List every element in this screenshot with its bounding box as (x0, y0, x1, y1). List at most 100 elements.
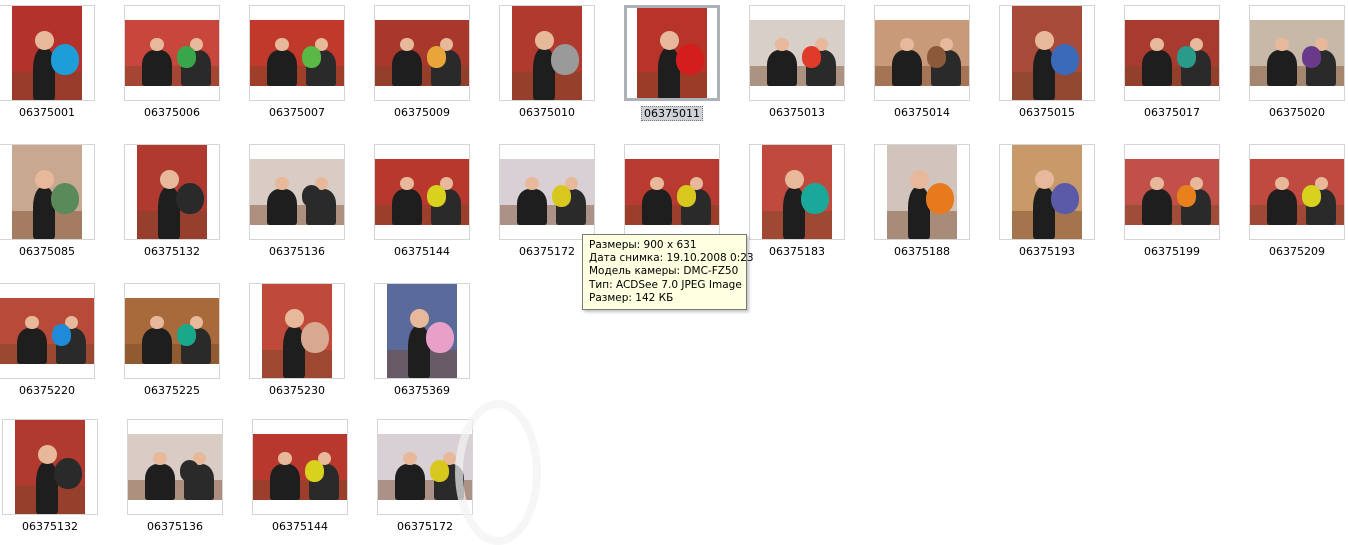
thumbnail-frame[interactable] (874, 144, 970, 240)
file-thumbnail-item[interactable]: 06375006 (117, 5, 227, 119)
thumbnail-frame[interactable] (749, 5, 845, 101)
thumbnail-frame[interactable] (874, 5, 970, 101)
file-name-label[interactable]: 06375007 (267, 106, 327, 119)
thumbnail-frame[interactable] (249, 144, 345, 240)
file-name-label[interactable]: 06375085 (17, 245, 77, 258)
file-thumbnail-item[interactable]: 06375369 (367, 283, 477, 397)
thumbnail-frame[interactable] (2, 419, 98, 515)
photo-preview-image (500, 159, 594, 225)
photo-preview-image (375, 159, 469, 225)
photo-preview-image (253, 434, 347, 500)
file-name-label[interactable]: 06375172 (395, 520, 455, 533)
file-name-label[interactable]: 06375014 (892, 106, 952, 119)
file-thumbnail-item[interactable]: 06375144 (245, 419, 355, 533)
file-thumbnail-item[interactable]: 06375144 (367, 144, 477, 258)
file-thumbnail-item[interactable]: 06375199 (1117, 144, 1227, 258)
file-name-label[interactable]: 06375001 (17, 106, 77, 119)
thumbnail-frame[interactable] (252, 419, 348, 515)
file-name-label[interactable]: 06375013 (767, 106, 827, 119)
file-thumbnail-item[interactable]: 06375017 (1117, 5, 1227, 119)
thumbnail-frame[interactable] (1124, 5, 1220, 101)
file-name-label[interactable]: 06375188 (892, 245, 952, 258)
file-name-label[interactable]: 06375020 (1267, 106, 1327, 119)
file-thumbnail-item[interactable]: 06375132 (0, 419, 105, 533)
thumbnail-frame[interactable] (999, 144, 1095, 240)
file-name-label[interactable]: 06375144 (270, 520, 330, 533)
photo-preview-image (1125, 159, 1219, 225)
file-thumbnail-item[interactable]: 06375188 (867, 144, 977, 258)
file-thumbnail-item[interactable]: 06375085 (0, 144, 102, 258)
file-name-label[interactable]: 06375136 (145, 520, 205, 533)
file-name-label[interactable]: 06375011 (641, 106, 703, 121)
thumbnail-frame[interactable] (249, 283, 345, 379)
file-thumbnail-item[interactable]: 06375009 (367, 5, 477, 119)
thumbnail-frame[interactable] (1124, 144, 1220, 240)
photo-preview-image (375, 20, 469, 86)
thumbnail-frame[interactable] (374, 5, 470, 101)
file-name-label[interactable]: 06375132 (20, 520, 80, 533)
thumbnail-frame[interactable] (124, 283, 220, 379)
photo-preview-image (762, 145, 832, 239)
file-thumbnail-item[interactable]: 06375007 (242, 5, 352, 119)
tooltip-file-size: Размер: 142 КБ (589, 291, 674, 304)
thumbnail-frame[interactable] (749, 144, 845, 240)
file-thumbnail-item[interactable]: 06375011 (617, 5, 727, 121)
photo-preview-image (750, 20, 844, 86)
thumbnail-frame[interactable] (127, 419, 223, 515)
file-name-label[interactable]: 06375172 (517, 245, 577, 258)
file-name-label[interactable]: 06375015 (1017, 106, 1077, 119)
file-name-label[interactable]: 06375230 (267, 384, 327, 397)
photo-preview-image (12, 6, 82, 100)
file-name-label[interactable]: 06375136 (267, 245, 327, 258)
file-thumbnail-item[interactable]: 06375183 (742, 144, 852, 258)
file-name-label[interactable]: 06375132 (142, 245, 202, 258)
file-name-label[interactable]: 06375199 (1142, 245, 1202, 258)
thumbnail-frame[interactable] (0, 144, 95, 240)
file-thumbnail-item[interactable]: 06375209 (1242, 144, 1348, 258)
file-thumbnail-item[interactable]: 06375014 (867, 5, 977, 119)
file-name-label[interactable]: 06375144 (392, 245, 452, 258)
file-thumbnail-item[interactable]: 06375193 (992, 144, 1102, 258)
thumbnail-frame[interactable] (499, 144, 595, 240)
file-thumbnail-item[interactable]: 06375230 (242, 283, 352, 397)
file-thumbnail-item[interactable]: 06375132 (117, 144, 227, 258)
file-thumbnail-item[interactable]: 06375220 (0, 283, 102, 397)
thumbnail-frame[interactable] (0, 283, 95, 379)
file-name-label[interactable]: 06375183 (767, 245, 827, 258)
thumbnail-frame[interactable] (0, 5, 95, 101)
thumbnail-frame[interactable] (249, 5, 345, 101)
file-thumbnail-item[interactable]: 06375013 (742, 5, 852, 119)
photo-preview-image (15, 420, 85, 514)
file-thumbnail-item[interactable]: 06375136 (242, 144, 352, 258)
file-name-label[interactable]: 06375017 (1142, 106, 1202, 119)
file-thumbnail-item[interactable]: 06375225 (117, 283, 227, 397)
photo-preview-image (1250, 20, 1344, 86)
thumbnail-frame[interactable] (1249, 144, 1345, 240)
file-name-label[interactable]: 06375006 (142, 106, 202, 119)
thumbnail-frame[interactable] (374, 144, 470, 240)
thumbnail-frame[interactable] (499, 5, 595, 101)
file-name-label[interactable]: 06375193 (1017, 245, 1077, 258)
file-thumbnail-item[interactable]: 06375015 (992, 5, 1102, 119)
thumbnail-frame[interactable] (624, 144, 720, 240)
file-thumbnail-item[interactable]: 06375010 (492, 5, 602, 119)
file-name-label[interactable]: 06375010 (517, 106, 577, 119)
file-name-label[interactable]: 06375369 (392, 384, 452, 397)
thumbnail-frame[interactable] (624, 5, 720, 101)
file-name-label[interactable]: 06375225 (142, 384, 202, 397)
thumbnail-frame[interactable] (124, 5, 220, 101)
tooltip-file-type: Тип: ACDSee 7.0 JPEG Image (589, 278, 742, 291)
photo-preview-image (137, 145, 207, 239)
file-thumbnail-item[interactable]: 06375001 (0, 5, 102, 119)
thumbnail-frame[interactable] (999, 5, 1095, 101)
file-thumbnail-item[interactable]: 06375136 (120, 419, 230, 533)
thumbnail-frame[interactable] (124, 144, 220, 240)
file-name-label[interactable]: 06375220 (17, 384, 77, 397)
tooltip-date-taken: Дата снимка: 19.10.2008 0:23 (589, 252, 754, 265)
file-thumbnail-item[interactable]: 06375020 (1242, 5, 1348, 119)
thumbnail-frame[interactable] (374, 283, 470, 379)
thumbnail-frame[interactable] (1249, 5, 1345, 101)
file-name-label[interactable]: 06375209 (1267, 245, 1327, 258)
file-name-label[interactable]: 06375009 (392, 106, 452, 119)
photo-preview-image (887, 145, 957, 239)
